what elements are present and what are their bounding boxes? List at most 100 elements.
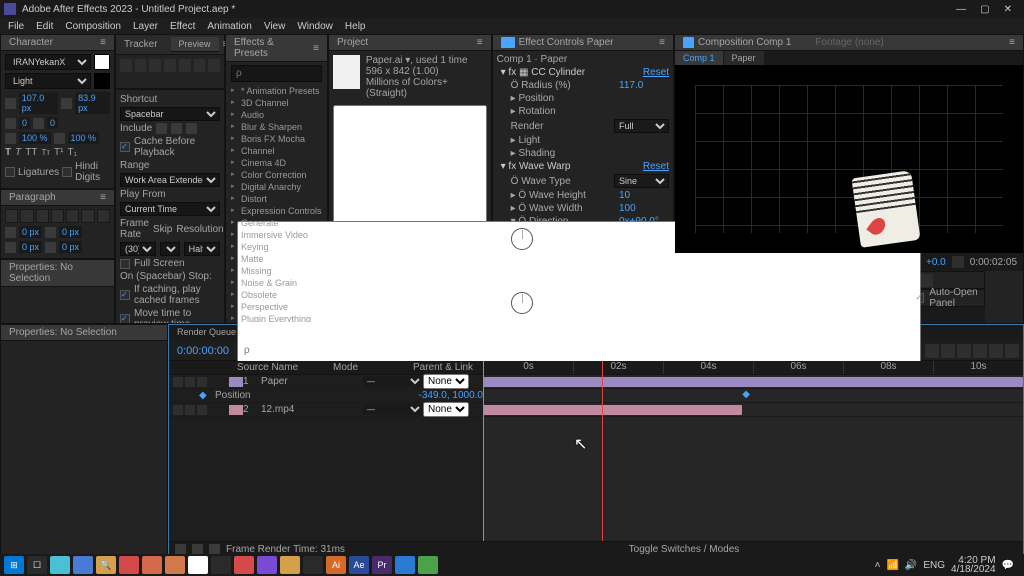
fx-category[interactable]: Missing [231,265,322,277]
playfrom-select[interactable]: Current Time [120,202,220,216]
composition-tab[interactable]: Composition Comp 1 [698,37,791,48]
layer-bar-video[interactable] [483,405,742,415]
tracking-input[interactable]: 0 [47,117,58,129]
tl-btn-4[interactable] [973,344,987,358]
ruler-tick[interactable]: 04s [663,361,753,374]
eye-icon-2[interactable] [173,405,183,415]
cache-checkbox[interactable] [120,142,130,152]
character-tab[interactable]: Character [9,37,53,48]
menu-window[interactable]: Window [297,21,333,32]
effect-controls-tab[interactable]: Effect Controls Paper [519,37,614,48]
tl-btn-2[interactable] [941,344,955,358]
fx-category[interactable]: Expression Controls [231,205,322,217]
exposure-value[interactable]: +0.0 [926,257,946,268]
fx-category[interactable]: * Animation Presets [231,85,322,97]
fx-category[interactable]: Digital Anarchy [231,181,322,193]
taskbar-app-7[interactable] [257,556,277,574]
fx-category[interactable]: Distort [231,193,322,205]
stroke-swatch[interactable] [94,73,110,89]
solo-icon[interactable] [185,377,195,387]
tl-btn-3[interactable] [957,344,971,358]
layer-name-2[interactable]: 12.mp4 [253,404,363,415]
subscript-button[interactable]: T₁ [67,147,76,158]
properties-tab[interactable]: Properties: No Selection [9,262,106,284]
fx-category[interactable]: Plugin Everything [231,313,322,322]
justify-all-button[interactable] [97,209,110,223]
comp-tab-paper[interactable]: Paper [724,51,764,65]
lock-icon[interactable] [197,377,207,387]
clock-date[interactable]: 4/18/2024 [951,565,996,574]
tracker-tab[interactable]: Tracker [124,39,158,50]
autopanel-checkbox[interactable] [914,293,924,303]
prop-name[interactable]: Position [207,390,419,401]
parent-select-2[interactable]: None [423,402,469,417]
fx-category[interactable]: Color Correction [231,169,322,181]
cache-play-checkbox[interactable] [120,290,130,300]
layer-color[interactable] [229,377,243,387]
eye-icon[interactable] [173,377,183,387]
timeline-area[interactable]: 0s02s04s06s08s10s ◆ [483,361,1023,541]
indent-left-input[interactable]: 0 px [19,226,42,238]
align-center-button[interactable] [20,209,33,223]
composition-viewer[interactable] [675,65,1023,253]
range-select[interactable]: Work Area Extended By Current... [120,173,220,187]
justify-last-left-button[interactable] [51,209,64,223]
ruler-tick[interactable]: 0s [483,361,573,374]
parent-select[interactable]: None [423,374,469,389]
taskbar-app-9[interactable] [303,556,323,574]
timecode[interactable]: 0:00:00:00 [169,345,237,357]
align-left-button[interactable] [5,209,18,223]
first-frame-button[interactable] [120,59,132,72]
shortcut-select[interactable]: Spacebar [120,107,220,121]
ruler-tick[interactable]: 02s [573,361,663,374]
radius-value[interactable]: 117.0 [619,80,669,91]
taskbar-app-2[interactable] [73,556,93,574]
font-style-select[interactable]: Light [5,73,91,89]
font-family-select[interactable]: IRANYekanX [5,54,91,70]
taskbar-app-5[interactable] [211,556,231,574]
include-icon-1[interactable] [156,123,167,134]
taskbar-chrome[interactable]: ○ [188,556,208,574]
wavewidth-value[interactable]: 100 [619,203,669,214]
direction-dial[interactable] [511,228,533,250]
menu-composition[interactable]: Composition [65,21,121,32]
taskbar-firefox[interactable] [165,556,185,574]
fx-category[interactable]: Noise & Grain [231,277,322,289]
col-mode[interactable]: Mode [333,362,413,373]
taskbar-app-1[interactable] [50,556,70,574]
allcaps-button[interactable]: TT [25,147,37,158]
phase-dial[interactable] [511,292,533,314]
tray-wifi-icon[interactable]: 📶 [886,560,898,571]
puppet-tool[interactable] [920,274,933,287]
layer-row-paper[interactable]: 1 Paper — None [169,375,483,389]
layer-row-video[interactable]: 2 12.mp4 — None [169,403,483,417]
tray-lang[interactable]: ENG [923,560,945,571]
fx-category[interactable]: Perspective [231,301,322,313]
preview-tab[interactable]: Preview [171,37,219,52]
lock-icon-2[interactable] [197,405,207,415]
vscale-input[interactable]: 100 % [19,132,51,144]
taskbar-app-3[interactable] [119,556,139,574]
fx-category[interactable]: Cinema 4D [231,157,322,169]
play-button[interactable] [149,59,161,72]
movetime-checkbox[interactable] [120,314,130,324]
ww-reset[interactable]: Reset [643,161,669,172]
taskbar-app-11[interactable] [418,556,438,574]
maximize-button[interactable]: ▢ [980,4,989,15]
fx-category[interactable]: Generate [231,217,322,229]
font-size-input[interactable]: 107.0 px [19,92,59,114]
rotation-label[interactable]: Rotation [518,106,555,117]
taskbar-pr[interactable]: Pr [372,556,392,574]
cc-cylinder-fx[interactable]: CC Cylinder [531,67,585,78]
taskbar-search[interactable]: 🔍 [96,556,116,574]
solo-icon-2[interactable] [185,405,195,415]
ruler-tick[interactable]: 06s [753,361,843,374]
ruler-tick[interactable]: 08s [843,361,933,374]
layer-color-2[interactable] [229,405,243,415]
project-tab[interactable]: Project [337,37,368,48]
leading-input[interactable]: 83.9 px [75,92,110,114]
playhead[interactable] [602,361,603,541]
taskview-button[interactable]: ☐ [27,556,47,574]
fullscreen-checkbox[interactable] [120,259,130,269]
waveheight-value[interactable]: 10 [619,190,669,201]
